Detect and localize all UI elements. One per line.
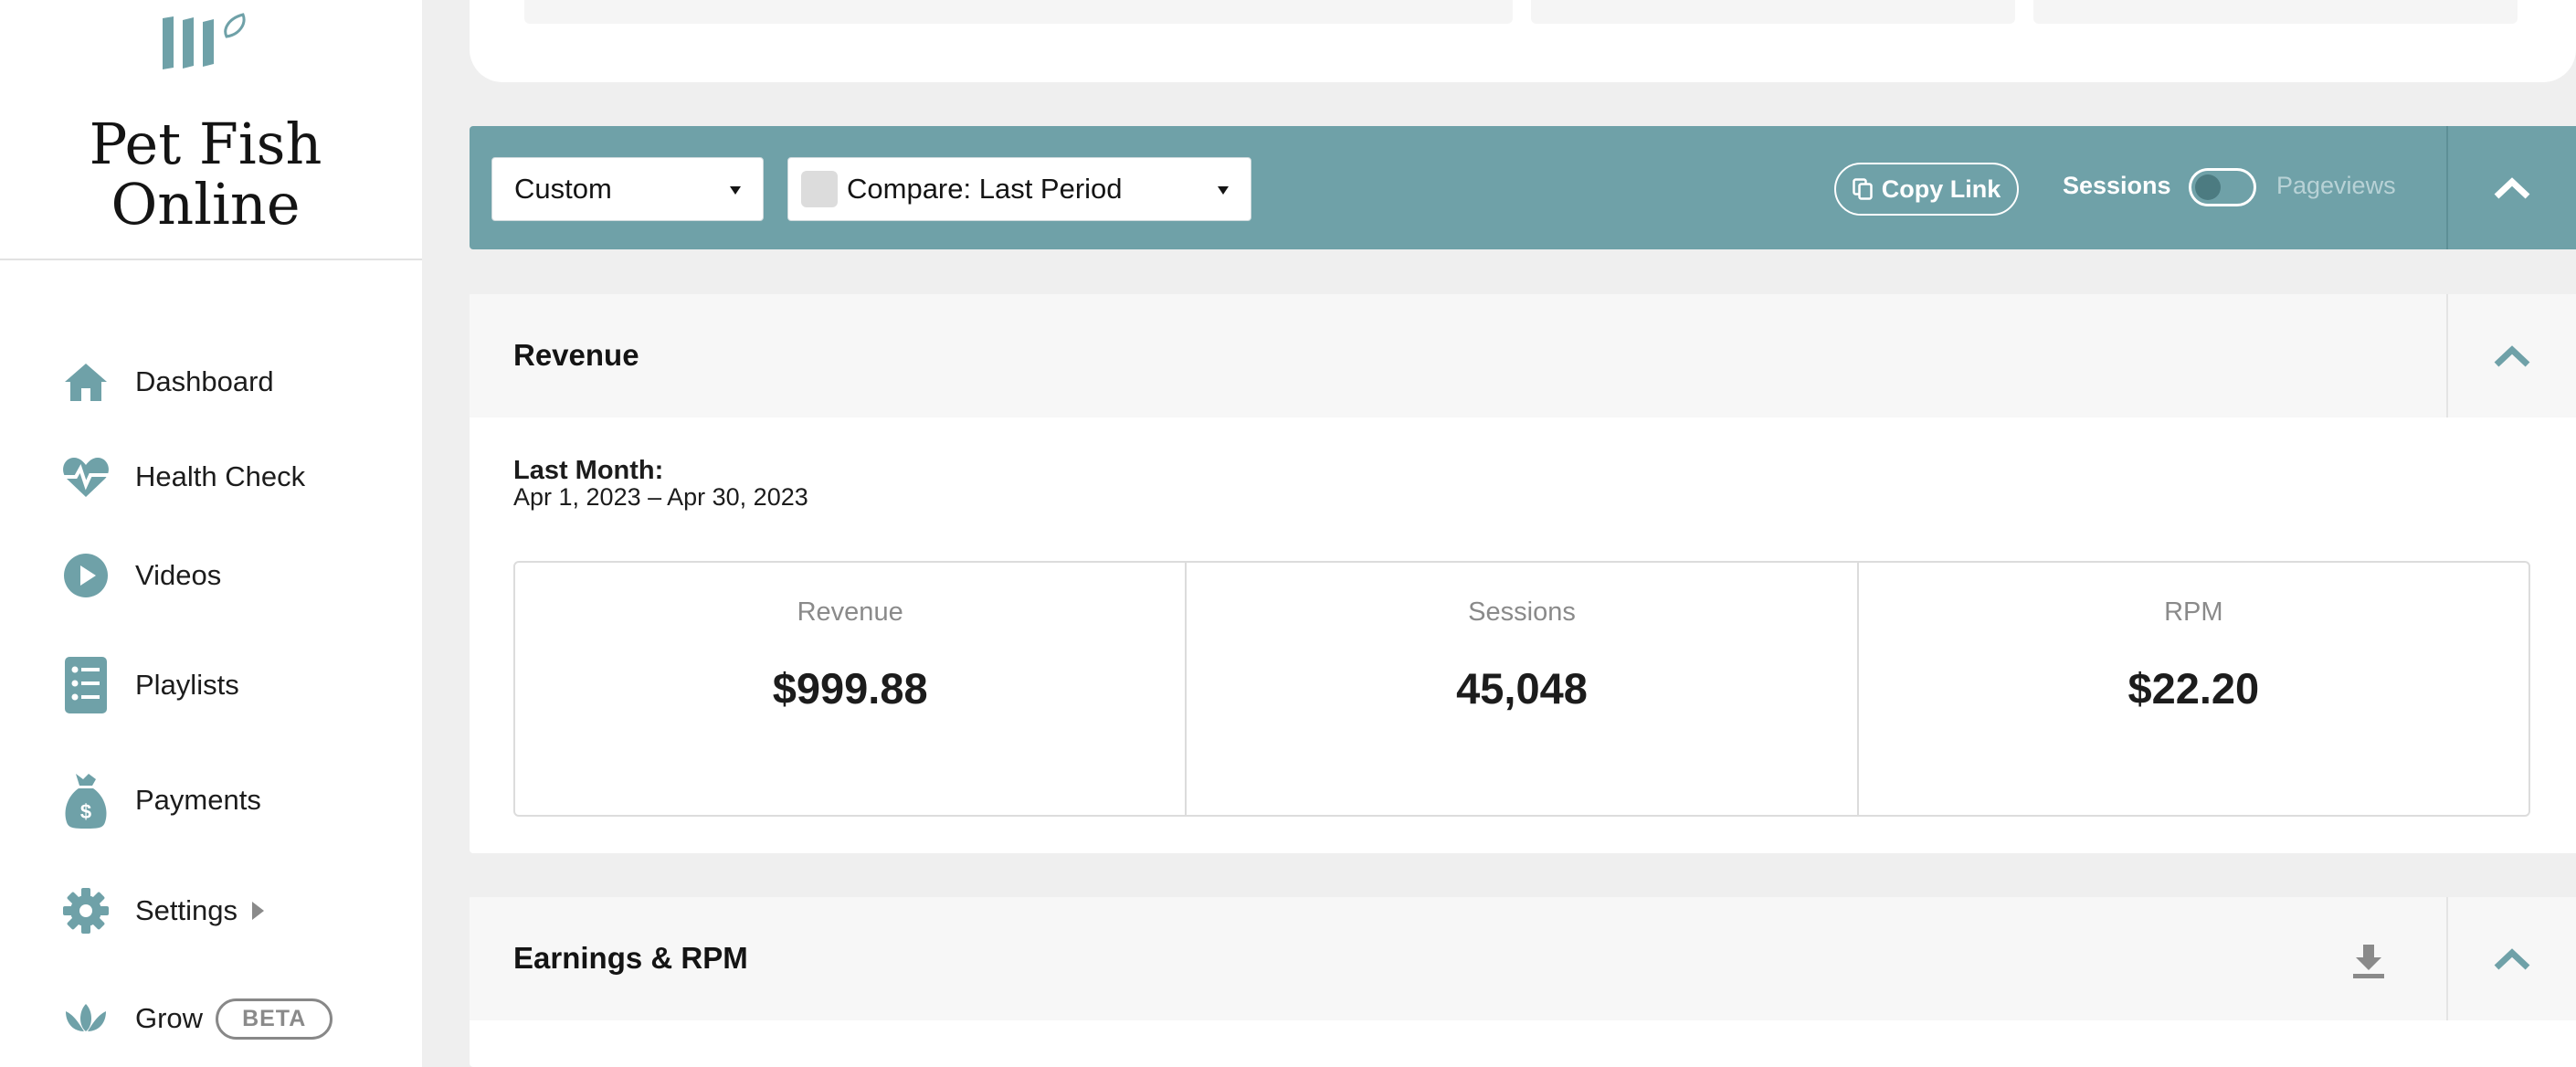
stat-sessions: Sessions 45,048 <box>1187 563 1859 815</box>
dropdown-arrow-icon <box>1218 186 1229 195</box>
top-card-panel <box>1531 0 2015 24</box>
earnings-collapse-button[interactable] <box>2446 897 2576 1020</box>
earnings-title: Earnings & RPM <box>513 941 748 975</box>
filter-bar-collapse-button[interactable] <box>2446 126 2576 249</box>
sidebar-item-label: Dashboard <box>135 365 274 397</box>
caret-right-icon <box>252 902 265 920</box>
lotus-icon <box>58 991 113 1046</box>
compare-value: Compare: Last Period <box>847 173 1123 205</box>
sidebar: Pet Fish Online Dashboard Health Check Vi… <box>0 0 422 1067</box>
stat-label: Sessions <box>1468 597 1576 627</box>
sidebar-item-label: Health Check <box>135 460 306 492</box>
revenue-title: Revenue <box>513 338 639 372</box>
period-range: Apr 1, 2023 – Apr 30, 2023 <box>513 483 808 511</box>
sidebar-item-payments[interactable]: $ Payments <box>58 773 261 829</box>
chevron-up-icon <box>2494 176 2530 199</box>
copy-link-label: Copy Link <box>1881 174 2001 203</box>
svg-text:$: $ <box>80 800 91 823</box>
stat-value: $999.88 <box>772 664 928 713</box>
revenue-card-header: Revenue <box>470 294 2576 417</box>
revenue-stats: Revenue $999.88 Sessions 45,048 RPM $22.… <box>513 561 2530 817</box>
stat-label: RPM <box>2164 597 2223 627</box>
heartbeat-icon <box>58 449 113 504</box>
copy-link-button[interactable]: Copy Link <box>1834 163 2019 216</box>
compare-select[interactable]: Compare: Last Period <box>787 157 1251 221</box>
stat-value: 45,048 <box>1456 664 1588 713</box>
toggle-knob <box>2195 174 2221 200</box>
sidebar-item-label: Settings <box>135 894 238 926</box>
stat-label: Revenue <box>797 597 903 627</box>
sidebar-item-playlists[interactable]: Playlists <box>58 657 239 713</box>
earnings-card: Earnings & RPM <box>470 897 2576 1067</box>
mv-logo-icon[interactable] <box>155 11 256 77</box>
top-card-panel <box>524 0 1513 24</box>
sidebar-item-settings[interactable]: Settings <box>58 883 265 938</box>
stat-rpm: RPM $22.20 <box>1859 563 2528 815</box>
revenue-collapse-button[interactable] <box>2446 294 2576 417</box>
period-label: Last Month: <box>513 456 664 485</box>
sidebar-item-grow[interactable]: Grow BETA <box>58 991 333 1046</box>
home-icon <box>58 354 113 409</box>
sidebar-item-dashboard[interactable]: Dashboard <box>58 354 274 409</box>
money-bag-icon: $ <box>58 773 113 829</box>
sessions-toggle-label: Sessions <box>2063 172 2171 199</box>
download-icon <box>2353 945 2384 978</box>
sidebar-item-label: Grow <box>135 1002 204 1034</box>
sidebar-item-label: Playlists <box>135 669 239 701</box>
top-card-panel <box>2033 0 2518 24</box>
earnings-card-header: Earnings & RPM <box>470 897 2576 1020</box>
sidebar-item-label: Payments <box>135 784 261 816</box>
stat-value: $22.20 <box>2127 664 2260 713</box>
date-range-select[interactable]: Custom <box>491 157 764 221</box>
site-title[interactable]: Pet Fish Online <box>0 114 411 235</box>
play-circle-icon <box>58 548 113 603</box>
sidebar-divider <box>0 259 422 260</box>
top-card <box>470 0 2576 82</box>
stat-revenue: Revenue $999.88 <box>515 563 1188 815</box>
dropdown-arrow-icon <box>730 186 741 195</box>
sessions-pageviews-toggle[interactable] <box>2189 168 2256 206</box>
sidebar-item-health-check[interactable]: Health Check <box>58 449 305 504</box>
checklist-icon <box>58 657 113 713</box>
date-range-value: Custom <box>514 173 612 205</box>
chevron-up-icon <box>2494 947 2530 970</box>
compare-checkbox[interactable] <box>801 171 838 207</box>
filter-bar: Custom Compare: Last Period Copy Link Se… <box>470 126 2576 249</box>
gear-icon <box>58 883 113 938</box>
sidebar-item-label: Videos <box>135 559 222 591</box>
download-button[interactable] <box>2346 938 2391 984</box>
revenue-card: Revenue Last Month: Apr 1, 2023 – Apr 30… <box>470 294 2576 853</box>
chevron-up-icon <box>2494 344 2530 367</box>
sidebar-item-videos[interactable]: Videos <box>58 548 221 603</box>
beta-badge: BETA <box>216 998 333 1040</box>
copy-icon <box>1852 178 1873 200</box>
pageviews-toggle-label: Pageviews <box>2276 172 2396 199</box>
